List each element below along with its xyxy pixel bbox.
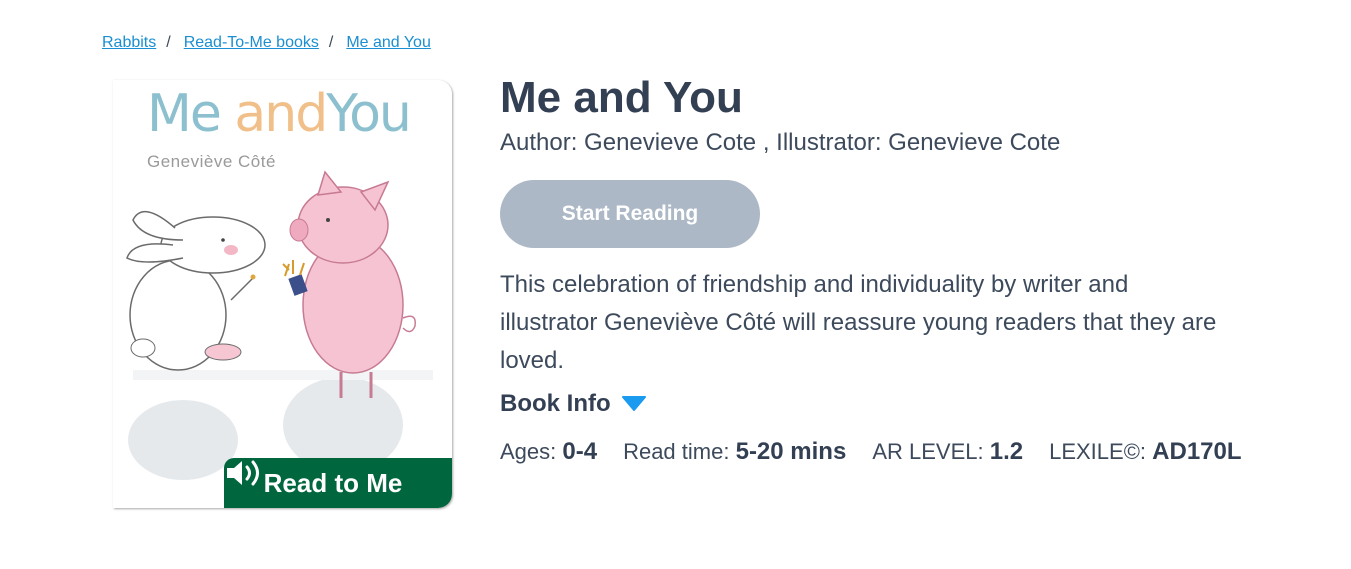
book-info-toggle[interactable]: Book Info (500, 390, 1320, 418)
cover-title-part: You (326, 84, 412, 144)
meta-lexile: LEXILE©: AD170L (1049, 438, 1241, 466)
breadcrumb-separator: / (166, 34, 171, 51)
meta-lexile-label: LEXILE©: (1049, 439, 1147, 464)
breadcrumb: Rabbits / Read-To-Me books / Me and You (102, 34, 431, 52)
cover-author: Geneviève Côté (147, 152, 276, 171)
meta-ages-value: 0-4 (562, 438, 598, 465)
triangle-down-icon (621, 395, 647, 413)
breadcrumb-separator: / (328, 34, 334, 51)
book-cover[interactable]: Me andYou Geneviève Côté Read to Me (113, 80, 452, 508)
breadcrumb-link-me-and-you[interactable]: Me and You (346, 34, 431, 52)
meta-ar-level-label: AR LEVEL: (872, 439, 984, 464)
start-reading-button[interactable]: Start Reading (500, 180, 760, 248)
book-description: This celebration of friendship and indiv… (500, 271, 1217, 374)
meta-ages-label: Ages: (500, 439, 557, 464)
meta-read-time-value: 5-20 mins (735, 438, 847, 465)
cover-title: Me andYou (147, 84, 412, 144)
meta-ages: Ages: 0-4 (500, 438, 597, 466)
meta-ar-level-value: 1.2 (989, 438, 1024, 465)
book-meta: Ages: 0-4 Read time: 5-20 mins AR LEVEL:… (500, 438, 1320, 466)
meta-lexile-value: AD170L (1152, 438, 1242, 465)
cover-title-part: Me (147, 84, 235, 144)
book-details: Me and You Author: Genevieve Cote , Illu… (500, 70, 1320, 466)
read-to-me-label: Read to Me (263, 467, 403, 498)
cover-illustration (126, 170, 433, 480)
book-info-label: Book Info (500, 390, 611, 417)
read-to-me-badge: Read to Me (224, 458, 452, 508)
cover-title-part: and (234, 84, 328, 144)
meta-read-time-label: Read time: (623, 439, 730, 464)
breadcrumb-link-read-to-me-books[interactable]: Read-To-Me books (184, 34, 319, 52)
meta-ar-level: AR LEVEL: 1.2 (872, 438, 1023, 466)
meta-read-time: Read time: 5-20 mins (623, 438, 846, 466)
book-byline: Author: Genevieve Cote , Illustrator: Ge… (500, 129, 1061, 156)
breadcrumb-link-rabbits[interactable]: Rabbits (102, 34, 156, 52)
book-title: Me and You (500, 73, 743, 122)
